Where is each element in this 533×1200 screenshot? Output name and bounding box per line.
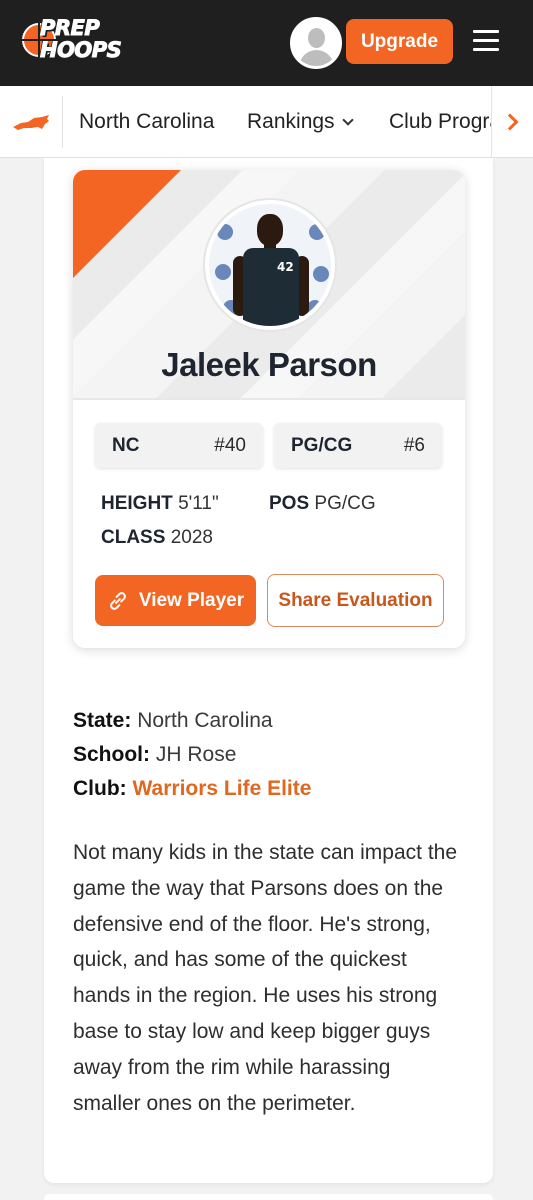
height-value: 5'11" bbox=[178, 493, 219, 514]
nav-divider bbox=[62, 96, 63, 148]
logo-line-1: PREP bbox=[39, 16, 100, 40]
evaluation-text: Not many kids in the state can impact th… bbox=[73, 841, 458, 1115]
view-player-button[interactable]: View Player bbox=[95, 575, 256, 626]
state-info: State: North Carolina bbox=[73, 709, 273, 733]
state-info-value: North Carolina bbox=[137, 709, 273, 732]
position-rank-value: #6 bbox=[403, 434, 425, 456]
class-stat: CLASS 2028 bbox=[101, 527, 213, 549]
position-stat: POS PG/CG bbox=[269, 493, 376, 515]
chevron-down-icon bbox=[341, 113, 354, 126]
state-nav-bar: North Carolina Rankings Club Progra bbox=[0, 86, 533, 158]
state-rank-label: NC bbox=[112, 434, 140, 456]
share-evaluation-button[interactable]: Share Evaluation bbox=[267, 574, 444, 627]
position-rank-label: PG/CG bbox=[291, 434, 353, 456]
height-stat: HEIGHT 5'11" bbox=[101, 493, 219, 515]
link-icon bbox=[109, 591, 126, 610]
position-rank-badge: PG/CG #6 bbox=[274, 423, 442, 468]
state-rank-badge: NC #40 bbox=[95, 423, 263, 468]
class-value: 2028 bbox=[170, 527, 213, 548]
nav-item-club-programs[interactable]: Club Progra bbox=[389, 86, 501, 157]
hamburger-menu-icon[interactable] bbox=[473, 30, 499, 52]
club-link[interactable]: Warriors Life Elite bbox=[133, 777, 312, 800]
logo-wordmark: PREP HOOPS bbox=[39, 16, 122, 62]
chevron-right-icon bbox=[501, 113, 518, 131]
player-photo[interactable]: 42 bbox=[205, 200, 335, 330]
top-header: PREP HOOPS Upgrade bbox=[0, 0, 533, 86]
pos-value: PG/CG bbox=[314, 493, 376, 514]
avatar-head bbox=[308, 28, 325, 48]
state-info-label: State: bbox=[73, 709, 132, 732]
player-name: Jaleek Parson bbox=[161, 346, 377, 383]
orange-corner-accent bbox=[73, 170, 181, 278]
pos-label: POS bbox=[269, 493, 310, 514]
school-info-value: JH Rose bbox=[155, 743, 237, 766]
north-carolina-state-icon[interactable] bbox=[12, 114, 50, 132]
height-label: HEIGHT bbox=[101, 493, 173, 514]
jersey-number: 42 bbox=[277, 260, 294, 274]
player-card: 42 Jaleek Parson NC #40 PG/CG #6 HEIGHT … bbox=[73, 170, 465, 648]
user-avatar[interactable] bbox=[290, 17, 342, 69]
nav-rankings-label: Rankings bbox=[247, 110, 335, 133]
school-info: School: JH Rose bbox=[73, 743, 236, 767]
school-info-label: School: bbox=[73, 743, 150, 766]
nav-item-north-carolina[interactable]: North Carolina bbox=[79, 86, 214, 157]
state-rank-value: #40 bbox=[214, 434, 246, 456]
player-card-header: 42 Jaleek Parson bbox=[73, 170, 465, 400]
avatar-body bbox=[299, 50, 334, 66]
next-panel-edge bbox=[44, 1194, 493, 1200]
class-label: CLASS bbox=[101, 527, 166, 548]
logo-line-2: HOOPS bbox=[39, 38, 122, 62]
club-info: Club: Warriors Life Elite bbox=[73, 777, 311, 801]
nav-scroll-right-button[interactable] bbox=[491, 86, 533, 157]
view-player-label: View Player bbox=[138, 589, 245, 611]
upgrade-button[interactable]: Upgrade bbox=[346, 19, 453, 64]
nav-item-rankings[interactable]: Rankings bbox=[247, 86, 354, 157]
club-info-label: Club: bbox=[73, 777, 127, 800]
prep-hoops-logo[interactable]: PREP HOOPS bbox=[22, 17, 132, 67]
